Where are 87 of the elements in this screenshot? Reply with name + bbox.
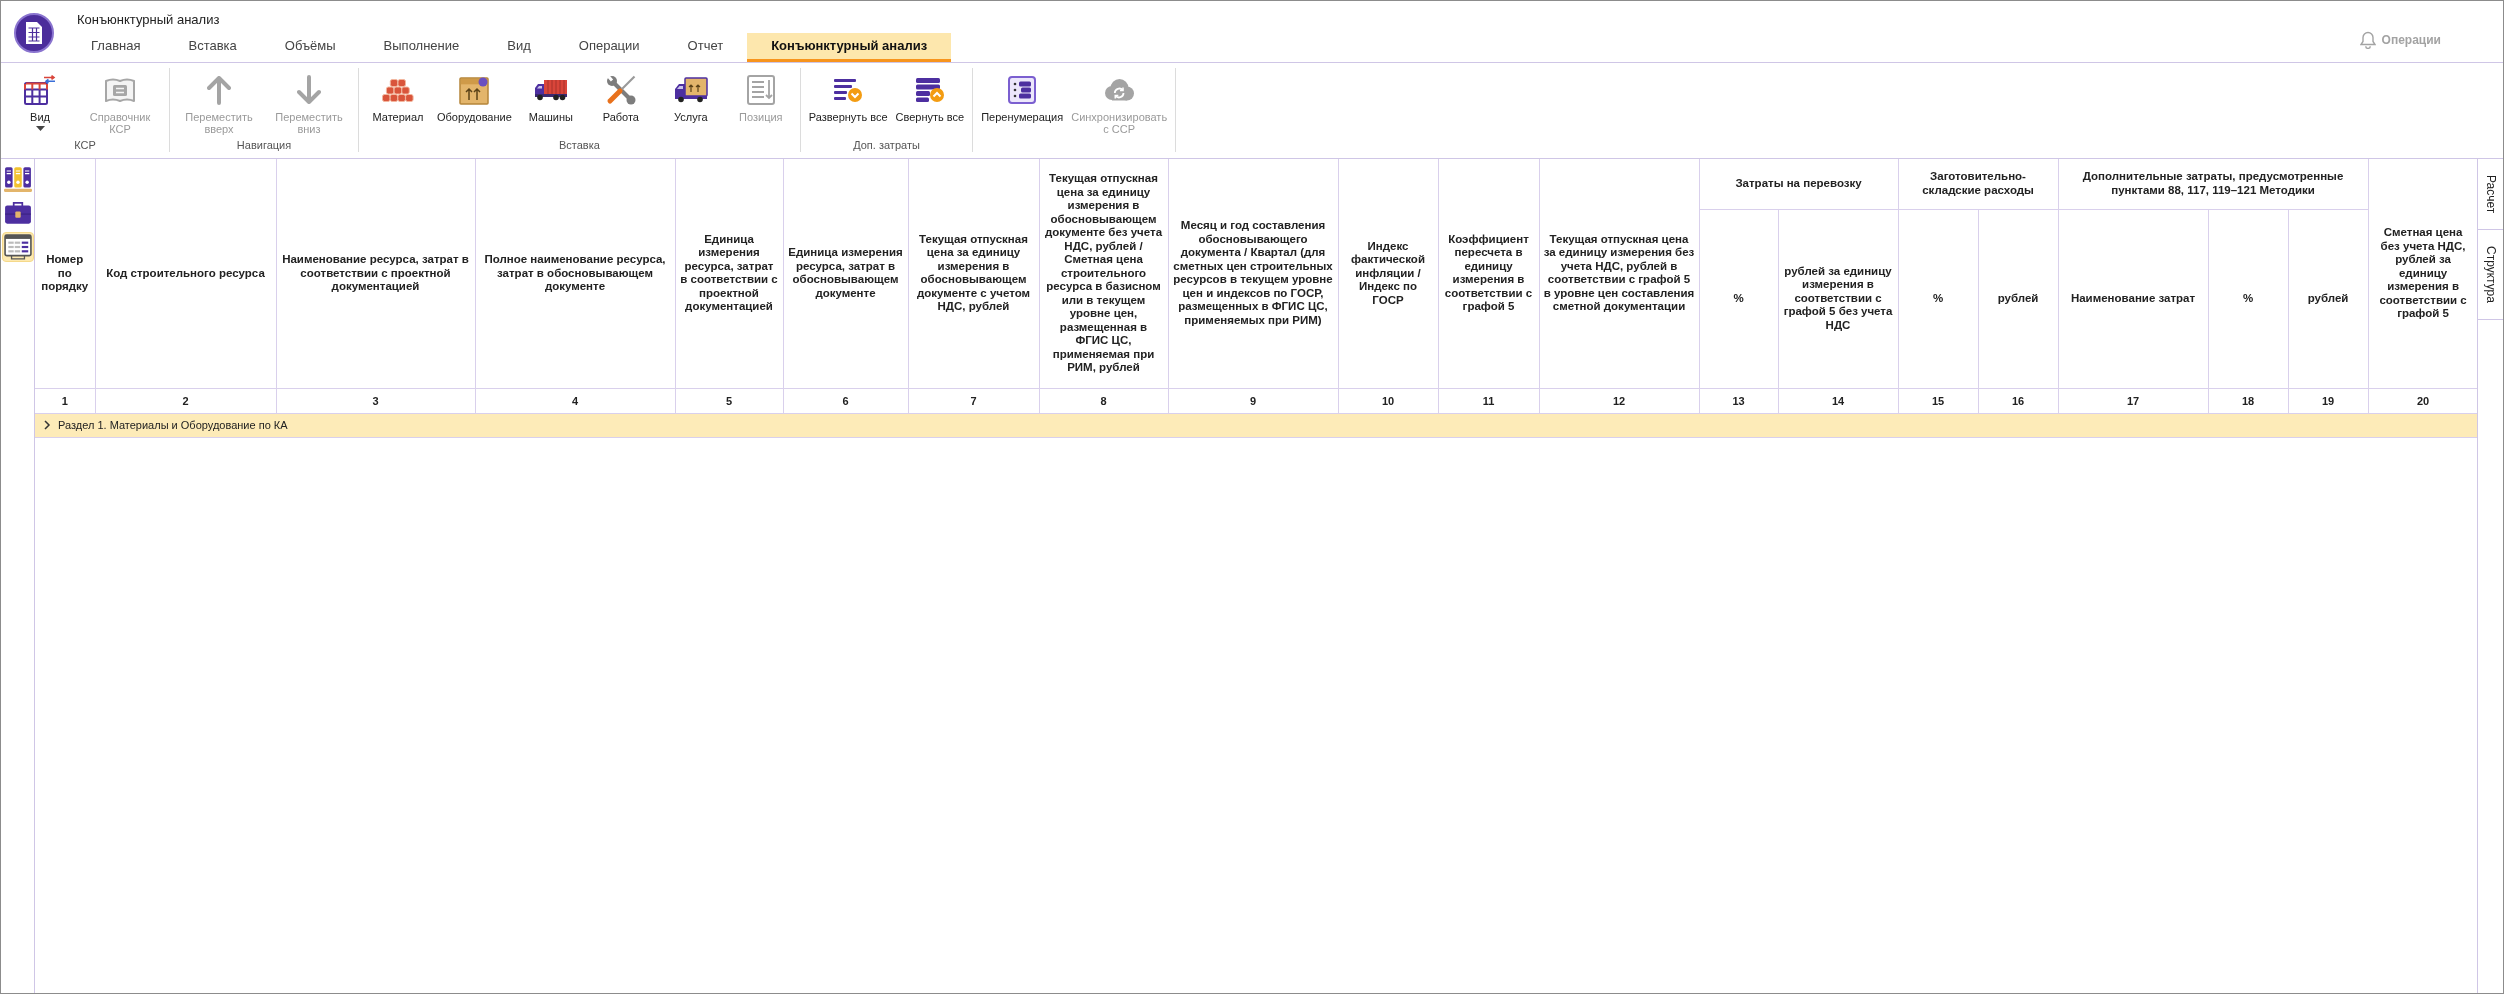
column-header: Полное наименование ресурса, затрат в обосновывающем документе bbox=[475, 159, 675, 388]
column-header: Единица измерения ресурса, затрат в соответствии с проектной документацией bbox=[675, 159, 783, 388]
ribbon-group-label: Вставка bbox=[557, 138, 601, 152]
column-number: 19 bbox=[2288, 388, 2369, 413]
wrench-screwdriver-icon bbox=[605, 75, 636, 105]
column-group-header: Затраты на перевозку bbox=[1699, 159, 1898, 209]
column-number: 12 bbox=[1539, 388, 1699, 413]
form-button[interactable] bbox=[1, 232, 34, 262]
column-number: 15 bbox=[1898, 388, 1978, 413]
expand-list-icon bbox=[833, 77, 864, 103]
column-header: % bbox=[1699, 209, 1778, 388]
arrow-down-icon bbox=[296, 75, 322, 105]
section-title: Раздел 1. Материалы и Оборудование по КА bbox=[58, 419, 288, 431]
binders-button[interactable] bbox=[1, 164, 34, 194]
column-number: 5 bbox=[675, 388, 783, 413]
column-header: Текущая отпускная цена за единицу измерения в обосновывающем документе без учета НДС, рублей / Сметная цена строительного ресурса в базисном или в текущем уровне цен, размещенная в ФГИС ЦС, применяемая при РИМ, рублей bbox=[1039, 159, 1168, 388]
ribbon-tab[interactable]: Отчет bbox=[663, 33, 748, 62]
view-button[interactable]: Вид bbox=[7, 74, 73, 138]
column-header: % bbox=[1898, 209, 1978, 388]
ribbon-group-label: Навигация bbox=[235, 138, 293, 152]
book-icon bbox=[105, 77, 135, 103]
column-header: Месяц и год составления обосновывающего документа / Квартал (для сметных цен строительных ресурсов в текущем уровне цен и индексов по ГОСР, размещенных в ФГИС ЦС, применяемых при РИМ) bbox=[1168, 159, 1338, 388]
work-button[interactable]: Работа bbox=[587, 74, 654, 138]
column-number: 7 bbox=[908, 388, 1039, 413]
material-button[interactable]: Материал bbox=[365, 74, 431, 138]
column-header: Текущая отпускная цена за единицу измерения без учета НДС, рублей в соответствии с графой 5 в уровне цен составления сметной документации bbox=[1539, 159, 1699, 388]
expand-all-button[interactable]: Развернуть все bbox=[806, 74, 890, 138]
arrow-up-icon bbox=[206, 75, 232, 105]
renumber-button[interactable]: Перенумерация bbox=[979, 74, 1066, 138]
column-header: Номер по порядку bbox=[35, 159, 95, 388]
truck-icon bbox=[533, 79, 568, 101]
column-number: 6 bbox=[783, 388, 908, 413]
document-list-icon bbox=[746, 75, 775, 105]
binders-icon bbox=[3, 166, 32, 192]
column-number: 10 bbox=[1338, 388, 1438, 413]
ribbon-tab[interactable]: Объёмы bbox=[260, 33, 360, 62]
column-number: 9 bbox=[1168, 388, 1338, 413]
ribbon-tab[interactable]: Главная bbox=[67, 33, 165, 62]
bricks-icon bbox=[382, 78, 414, 102]
column-number: 17 bbox=[2058, 388, 2209, 413]
app-title: Конъюнктурный анализ bbox=[76, 11, 221, 29]
column-header: % bbox=[2208, 209, 2289, 388]
section-row[interactable]: Раздел 1. Материалы и Оборудование по КА bbox=[35, 413, 2477, 437]
caret-icon bbox=[35, 126, 45, 131]
column-number: 8 bbox=[1039, 388, 1168, 413]
column-number: 2 bbox=[95, 388, 276, 413]
bulleted-list-icon bbox=[1008, 76, 1037, 104]
column-number: 3 bbox=[276, 388, 475, 413]
column-header: рублей bbox=[1978, 209, 2059, 388]
equipment-button[interactable]: Оборудование bbox=[435, 74, 514, 138]
ribbon-tab[interactable]: Операции bbox=[554, 33, 664, 62]
ribbon-group-label: КСР bbox=[73, 138, 97, 152]
collapse-list-icon bbox=[914, 77, 945, 103]
column-header: Наименование затрат bbox=[2058, 209, 2209, 388]
ribbon-tab[interactable]: Конъюнктурный анализ bbox=[747, 33, 952, 62]
column-number: 18 bbox=[2208, 388, 2289, 413]
table-grid-icon bbox=[24, 75, 56, 105]
cloud-sync-icon bbox=[1103, 78, 1136, 102]
machines-button[interactable]: Машины bbox=[517, 74, 584, 138]
column-header: Код строительного ресурса bbox=[95, 159, 276, 388]
collapse-all-button[interactable]: Свернуть все bbox=[893, 74, 967, 138]
column-number: 1 bbox=[35, 388, 95, 413]
briefcase-icon bbox=[3, 201, 32, 225]
ribbon-group-label: Доп. затраты bbox=[852, 138, 921, 152]
column-number: 4 bbox=[475, 388, 675, 413]
column-group-header: Заготовительно-складские расходы bbox=[1898, 159, 2059, 209]
service-button[interactable]: Услуга bbox=[657, 74, 724, 138]
column-number: 11 bbox=[1438, 388, 1539, 413]
column-header: рублей за единицу измерения в соответствии с графой 5 без учета НДС bbox=[1778, 209, 1898, 388]
column-number: 16 bbox=[1978, 388, 2059, 413]
delivery-truck-icon bbox=[673, 77, 708, 103]
box-icon bbox=[459, 75, 490, 105]
column-group-header: Дополнительные затраты, предусмотренные пунктами 88, 117, 119–121 Методики bbox=[2058, 159, 2369, 209]
table-form-icon bbox=[3, 234, 32, 260]
column-header: Наименование ресурса, затрат в соответствии с проектной документацией bbox=[276, 159, 475, 388]
column-number: 14 bbox=[1778, 388, 1898, 413]
column-header: Текущая отпускная цена за единицу измерения в обосновывающем документе с учетом НДС, рублей bbox=[908, 159, 1039, 388]
ribbon-tab[interactable]: Выполнение bbox=[359, 33, 484, 62]
chevron-right-icon[interactable] bbox=[43, 420, 51, 430]
column-number: 13 bbox=[1699, 388, 1778, 413]
app-logo-icon bbox=[14, 13, 54, 53]
column-header: Коэффициент пересчета в единицу измерения в соответствии с графой 5 bbox=[1438, 159, 1539, 388]
column-header: Единица измерения ресурса, затрат в обосновывающем документе bbox=[783, 159, 908, 388]
bell-icon bbox=[2359, 31, 2376, 49]
column-header: Индекс фактической инфляции / Индекс по ГОСР bbox=[1338, 159, 1438, 388]
ribbon-tab[interactable]: Вставка bbox=[164, 33, 261, 62]
ribbon-tab[interactable]: Вид bbox=[483, 33, 555, 62]
